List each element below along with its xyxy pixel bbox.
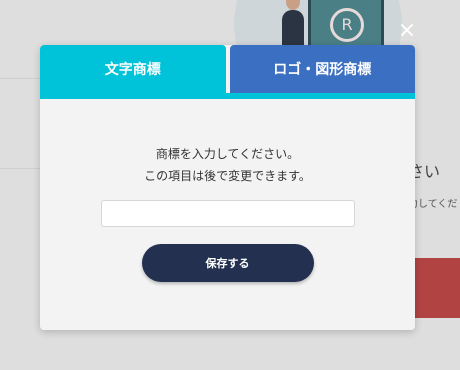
background-divider <box>0 78 40 79</box>
tab-text-trademark[interactable]: 文字商標 <box>40 45 226 93</box>
background-red-block <box>414 258 460 318</box>
tab-label: ロゴ・図形商標 <box>273 62 372 78</box>
tab-bar: 文字商標 ロゴ・図形商標 <box>40 45 415 93</box>
background-person <box>282 10 304 50</box>
modal-body: 商標を入力してください。 この項目は後で変更できます。 保存する <box>40 147 415 282</box>
tab-label: 文字商標 <box>104 62 161 78</box>
instruction-text: 商標を入力してください。 <box>155 147 300 161</box>
tab-logo-trademark[interactable]: ロゴ・図形商標 <box>229 45 415 93</box>
save-button[interactable]: 保存する <box>141 244 314 282</box>
trademark-input-modal: 文字商標 ロゴ・図形商標 商標を入力してください。 この項目は後で変更できます。… <box>40 45 415 330</box>
instruction-subtext: この項目は後で変更できます。 <box>144 169 311 183</box>
registered-mark-icon: R <box>330 8 364 42</box>
active-tab-strip <box>40 93 415 99</box>
close-icon[interactable]: × <box>396 20 418 42</box>
background-text: 力してくだ <box>408 199 458 210</box>
trademark-input[interactable] <box>100 200 355 227</box>
background-divider <box>0 168 40 169</box>
